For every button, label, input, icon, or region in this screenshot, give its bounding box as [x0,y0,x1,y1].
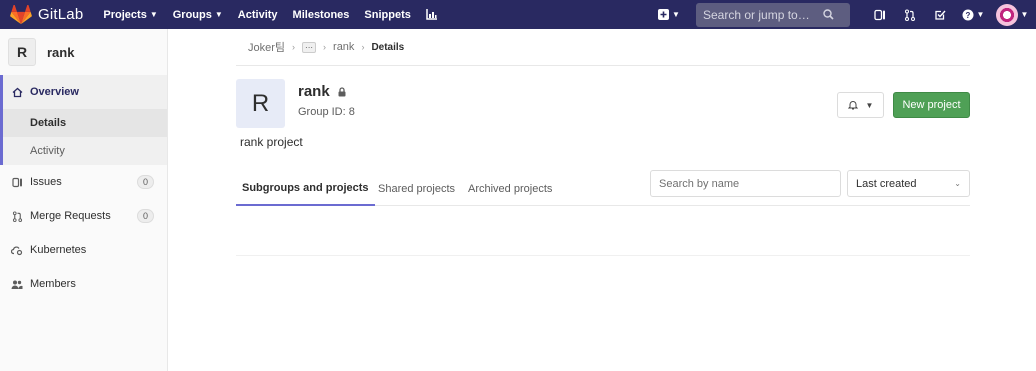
sidebar-item-members-label: Members [30,278,76,290]
top-navbar: GitLab Projects ▼ Groups ▼ Activity Milest… [0,0,1036,29]
sidebar-item-issues-label: Issues [30,176,62,188]
sidebar-item-merge-requests[interactable]: Merge Requests 0 [0,199,167,233]
issues-nav-button[interactable] [868,3,892,27]
cloud-gear-icon [11,244,23,256]
group-id: Group ID: 8 [298,106,355,118]
breadcrumb-root[interactable]: Joker팀 [248,39,285,55]
nav-groups-label: Groups [172,8,212,21]
global-search[interactable] [696,2,850,27]
home-icon [11,86,23,98]
merge-requests-count-badge: 0 [136,209,154,223]
sidebar-item-kubernetes-label: Kubernetes [30,244,87,256]
breadcrumb-group[interactable]: rank [333,41,354,53]
new-dropdown-button[interactable]: ▼ [654,3,684,27]
sidebar-item-overview[interactable]: Overview [0,75,167,109]
user-menu-button[interactable]: ▼ [994,3,1030,27]
navbar-right: ▼ ? ▼ ▼ [654,0,1036,29]
group-name: rank [298,83,330,100]
lock-icon [338,86,346,96]
sidebar-item-issues[interactable]: Issues 0 [0,165,167,199]
breadcrumb-more-button[interactable]: ··· [302,41,317,53]
nav-groups[interactable]: Groups ▼ [173,9,223,21]
sidebar-group-header[interactable]: R rank [0,29,167,75]
merge-request-icon [11,210,23,222]
sidebar-item-members[interactable]: Members [0,267,167,301]
group-tabs: Subgroups and projects Shared projects A… [236,170,970,206]
plus-square-icon [658,9,670,20]
main-content: Joker팀 › ··· › rank › Details R rank Gro… [236,29,970,256]
merge-requests-nav-button[interactable] [898,3,922,27]
gitlab-logo[interactable]: GitLab [10,4,84,25]
nav-milestones[interactable]: Milestones [293,9,350,21]
chevron-down-icon: ▼ [214,10,223,19]
todos-nav-button[interactable] [928,3,952,27]
issues-count-badge: 0 [136,175,154,189]
notification-settings-button[interactable]: ▼ [837,92,884,118]
analytics-icon[interactable] [426,9,437,20]
chevron-right-icon: › [361,42,365,52]
breadcrumb: Joker팀 › ··· › rank › Details [236,29,970,66]
sidebar-group-name: rank [47,44,75,60]
question-icon: ? [962,9,974,20]
tab-archived-projects[interactable]: Archived projects [468,172,552,206]
group-header: R rank Group ID: 8 ▼ New project [236,79,970,143]
nav-activity[interactable]: Activity [238,9,278,21]
breadcrumb-current: Details [371,41,405,53]
chevron-down-icon: ▼ [976,10,985,19]
sidebar-item-overview-label: Overview [30,86,79,98]
nav-snippets[interactable]: Snippets [364,9,410,21]
nav-links: Projects ▼ Groups ▼ Activity Milestones Sn… [103,9,451,21]
sidebar-item-merge-requests-label: Merge Requests [30,210,111,222]
tab-subgroups-and-projects[interactable]: Subgroups and projects [236,172,375,206]
group-title: rank [298,83,346,100]
filter-search-input[interactable] [650,170,841,197]
sidebar-subitem-details[interactable]: Details [3,109,167,137]
sidebar: R rank Overview Details Activity Issues … [0,29,168,371]
help-dropdown-button[interactable]: ? ▼ [958,3,988,27]
projects-list-empty [236,206,970,256]
sort-dropdown[interactable]: Last created ⌄ [847,170,970,197]
tab-shared-projects[interactable]: Shared projects [378,172,455,206]
users-icon [11,278,23,290]
group-avatar: R [236,79,285,128]
todo-icon [935,10,946,20]
nav-projects-label: Projects [103,8,147,21]
user-avatar [995,3,1018,26]
sidebar-subnav: Details Activity [0,109,167,165]
sort-dropdown-value: Last created [856,177,917,190]
search-input[interactable] [703,7,823,22]
sidebar-item-kubernetes[interactable]: Kubernetes [0,233,167,267]
chevron-down-icon: ▼ [1020,10,1029,19]
chevron-down-icon: ▼ [149,10,158,19]
chevron-right-icon: › [292,42,296,52]
merge-request-icon [905,9,915,21]
brand-name: GitLab [38,6,84,23]
issues-icon [11,176,23,188]
svg-text:?: ? [965,11,970,20]
search-icon [823,9,834,20]
bell-icon [847,101,858,110]
chevron-right-icon: › [323,42,327,52]
chevron-down-icon: ▼ [672,10,680,19]
sidebar-subitem-activity[interactable]: Activity [3,137,167,165]
new-project-button[interactable]: New project [893,92,970,118]
chevron-down-icon: ▼ [865,100,874,110]
tanuki-icon [10,4,32,24]
issues-icon [874,9,885,20]
sidebar-group-avatar: R [8,38,36,66]
chevron-down-icon: ⌄ [954,179,961,188]
nav-projects[interactable]: Projects ▼ [103,9,157,21]
